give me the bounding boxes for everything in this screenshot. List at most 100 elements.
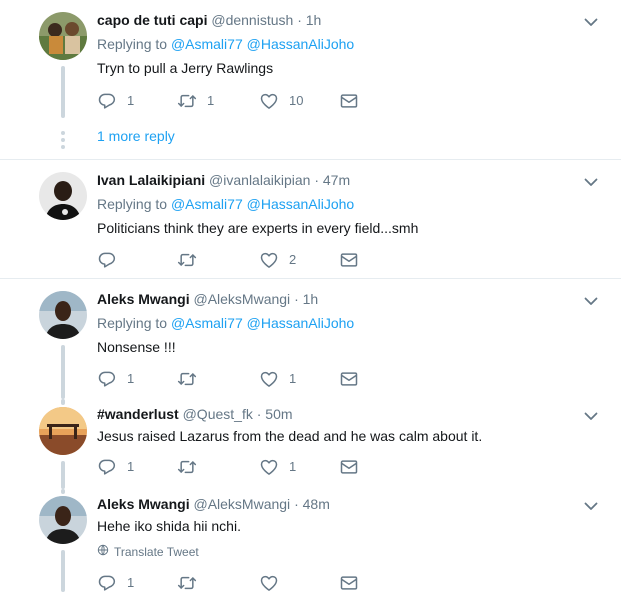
avatar[interactable] — [39, 12, 87, 60]
thread-line — [61, 550, 65, 592]
chevron-down-icon[interactable] — [583, 14, 599, 30]
user-handle[interactable]: @dennistush — [211, 12, 293, 28]
separator-dot: · — [256, 406, 262, 422]
mention-link[interactable]: @HassanAliJoho — [247, 36, 355, 52]
replying-to: Replying to @Asmali77 @HassanAliJoho — [97, 34, 601, 54]
display-name[interactable]: Aleks Mwangi — [97, 291, 190, 307]
mention-link[interactable]: @HassanAliJoho — [247, 196, 355, 212]
user-handle[interactable]: @AleksMwangi — [193, 496, 290, 512]
more-replies-link[interactable]: 1 more reply — [97, 126, 175, 146]
envelope-icon — [339, 573, 359, 593]
timestamp[interactable]: 47m — [323, 172, 350, 188]
heart-icon — [259, 457, 279, 477]
chevron-down-icon[interactable] — [583, 174, 599, 190]
thread-dots — [61, 131, 65, 152]
chevron-down-icon[interactable] — [583, 498, 599, 514]
replying-to: Replying to @Asmali77 @HassanAliJoho — [97, 194, 601, 214]
like-count: 2 — [289, 252, 297, 267]
envelope-icon — [339, 457, 359, 477]
avatar[interactable] — [39, 496, 87, 544]
retweet-button[interactable] — [177, 369, 197, 389]
retweet-button[interactable] — [177, 457, 197, 477]
heart-icon — [259, 91, 279, 111]
heart-icon — [259, 250, 279, 270]
separator-dot: · — [294, 496, 299, 512]
retweet-button[interactable] — [177, 250, 197, 270]
reply-icon — [97, 250, 117, 270]
timestamp[interactable]: 1h — [306, 12, 322, 28]
replying-to: Replying to @Asmali77 @HassanAliJoho — [97, 313, 601, 333]
chevron-down-icon[interactable] — [583, 293, 599, 309]
tweet-aleks-2[interactable]: Aleks Mwangi @AleksMwangi · 48m Hehe iko… — [0, 489, 621, 592]
retweet-icon — [177, 250, 197, 270]
avatar[interactable] — [39, 172, 87, 220]
user-handle[interactable]: @AleksMwangi — [193, 291, 290, 307]
display-name[interactable]: Ivan Lalaikipiani — [97, 172, 205, 188]
separator-dot: · — [294, 291, 299, 307]
tweet-ivan[interactable]: Ivan Lalaikipiani @ivanlalaikipian · 47m… — [0, 160, 621, 278]
like-button[interactable]: 1 — [259, 457, 296, 477]
translate-tweet-link[interactable]: Translate Tweet — [97, 544, 199, 560]
retweet-button[interactable] — [177, 573, 197, 593]
retweet-count: 1 — [207, 93, 215, 108]
avatar[interactable] — [39, 291, 87, 339]
envelope-icon — [339, 369, 359, 389]
user-handle[interactable]: @Quest_fk — [183, 406, 253, 422]
reply-icon — [97, 573, 117, 593]
avatar[interactable] — [39, 407, 87, 455]
display-name[interactable]: Aleks Mwangi — [97, 496, 190, 512]
reply-button[interactable]: 1 — [97, 457, 134, 477]
tweet-text: Jesus raised Lazarus from the dead and h… — [97, 428, 483, 444]
tweet-text: Nonsense !!! — [97, 339, 176, 355]
reply-count: 1 — [127, 459, 135, 474]
dm-button[interactable] — [339, 250, 359, 270]
retweet-button[interactable]: 1 — [177, 91, 214, 111]
like-button[interactable] — [259, 573, 279, 593]
retweet-icon — [177, 573, 197, 593]
reply-button[interactable]: 1 — [97, 573, 134, 593]
tweet-wanderlust[interactable]: #wanderlust @Quest_fk · 50m Jesus raised… — [0, 399, 621, 489]
reply-count: 1 — [127, 93, 135, 108]
envelope-icon — [339, 250, 359, 270]
reply-icon — [97, 91, 117, 111]
reply-icon — [97, 369, 117, 389]
timestamp[interactable]: 48m — [303, 496, 330, 512]
mention-link[interactable]: @Asmali77 — [171, 36, 243, 52]
timestamp[interactable]: 1h — [303, 291, 319, 307]
envelope-icon — [339, 91, 359, 111]
tweet-aleks[interactable]: Aleks Mwangi @AleksMwangi · 1h Replying … — [0, 279, 621, 399]
mention-link[interactable]: @Asmali77 — [171, 315, 243, 331]
tweet-capo[interactable]: capo de tuti capi @dennistush · 1h Reply… — [0, 0, 621, 160]
timestamp[interactable]: 50m — [265, 406, 292, 422]
globe-icon — [97, 544, 114, 560]
thread-line — [61, 345, 65, 399]
reply-button[interactable]: 1 — [97, 369, 134, 389]
thread-line — [61, 66, 65, 118]
dm-button[interactable] — [339, 457, 359, 477]
mention-link[interactable]: @Asmali77 — [171, 196, 243, 212]
retweet-icon — [177, 369, 197, 389]
reply-button[interactable] — [97, 250, 117, 270]
mention-link[interactable]: @HassanAliJoho — [247, 315, 355, 331]
chevron-down-icon[interactable] — [583, 408, 599, 424]
reply-button[interactable]: 1 — [97, 91, 134, 111]
dm-button[interactable] — [339, 91, 359, 111]
replying-label: Replying to — [97, 36, 168, 52]
replying-label: Replying to — [97, 315, 168, 331]
like-button[interactable]: 2 — [259, 250, 296, 270]
like-button[interactable]: 10 — [259, 91, 303, 111]
retweet-icon — [177, 457, 197, 477]
thread-line — [61, 399, 65, 405]
separator-dot: · — [297, 12, 302, 28]
like-count: 1 — [289, 459, 297, 474]
display-name[interactable]: capo de tuti capi — [97, 12, 207, 28]
dm-button[interactable] — [339, 369, 359, 389]
like-count: 1 — [289, 371, 297, 386]
reply-count: 1 — [127, 575, 135, 590]
dm-button[interactable] — [339, 573, 359, 593]
like-button[interactable]: 1 — [259, 369, 296, 389]
display-name[interactable]: #wanderlust — [97, 406, 179, 422]
user-handle[interactable]: @ivanlalaikipian — [209, 172, 310, 188]
separator-dot: · — [314, 172, 319, 188]
tweet-text: Hehe iko shida hii nchi. — [97, 518, 241, 534]
